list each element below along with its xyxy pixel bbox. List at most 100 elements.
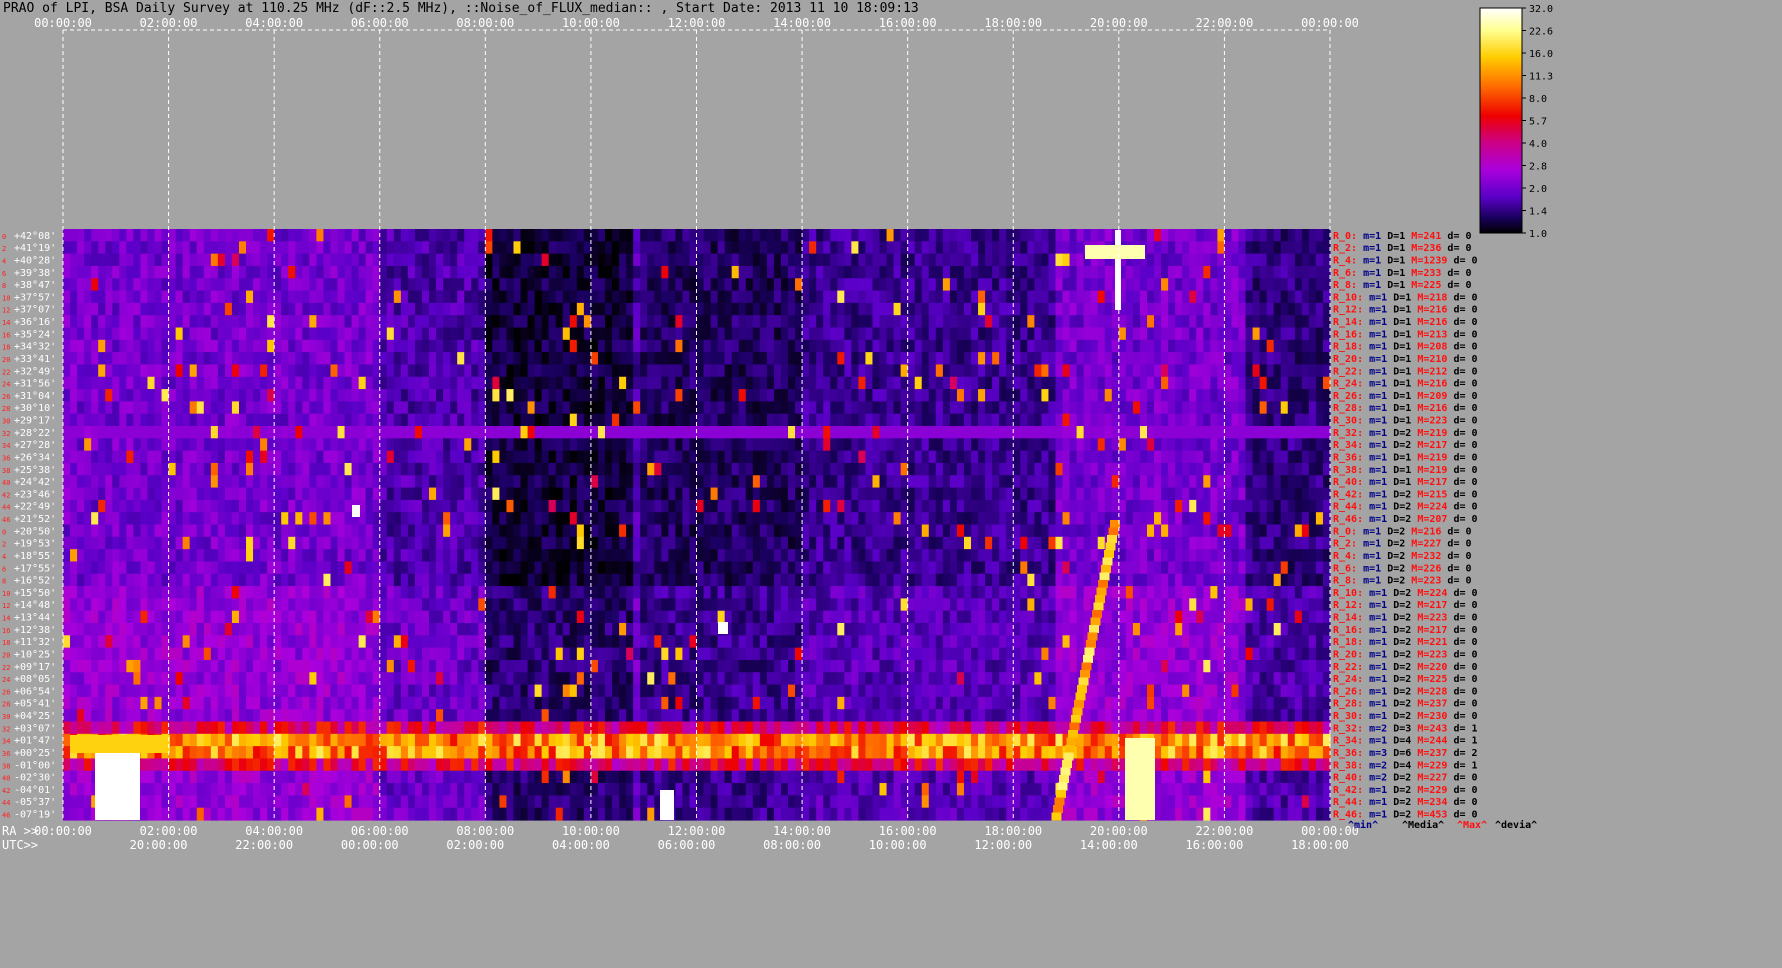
heatmap-cell [971, 376, 979, 390]
heatmap-cell [604, 549, 613, 563]
heatmap-cell [788, 413, 796, 427]
heatmap-cell [478, 302, 486, 316]
heatmap-cell [1013, 389, 1021, 402]
heatmap-cell [274, 499, 282, 513]
heatmap-cell [168, 499, 177, 513]
heatmap-cell [1196, 364, 1204, 378]
heatmap-cell [1154, 413, 1162, 427]
heatmap-cell [421, 413, 430, 427]
heatmap-cell [576, 327, 585, 341]
heatmap-cell [457, 450, 465, 464]
heatmap-cell [921, 229, 930, 242]
heatmap-cell [1175, 290, 1183, 304]
heatmap-cell [464, 290, 472, 304]
heatmap-cell [647, 413, 655, 427]
heatmap-cell [1104, 475, 1113, 489]
heatmap-cell [1132, 265, 1141, 279]
heatmap-cell [963, 561, 972, 575]
heatmap-cell [1139, 339, 1148, 353]
heatmap-cell [485, 561, 493, 575]
heatmap-cell [1118, 339, 1127, 353]
heatmap-cell [1294, 229, 1303, 242]
heatmap-cell [175, 376, 184, 390]
heatmap-cell [1111, 450, 1120, 464]
heatmap-cell [1182, 339, 1190, 353]
heatmap-cell [1154, 302, 1162, 316]
heatmap-cell [837, 512, 845, 526]
heatmap-cell [224, 278, 233, 292]
heatmap-cell [766, 450, 775, 464]
heatmap-cell [816, 265, 824, 279]
heatmap-cell [281, 302, 289, 316]
heatmap-cell [372, 339, 381, 353]
heatmap-cell [844, 401, 852, 415]
heatmap-cell [724, 315, 733, 329]
heatmap-cell [133, 364, 142, 378]
heatmap-cell [168, 549, 177, 563]
heatmap-cell [555, 413, 564, 427]
heatmap-cell [752, 524, 761, 538]
heatmap-cell [414, 315, 423, 329]
heatmap-cell [935, 389, 944, 402]
heatmap-cell [133, 376, 142, 390]
heatmap-cell [752, 290, 761, 304]
heatmap-cell [935, 253, 944, 267]
heatmap-cell [795, 389, 803, 402]
heatmap-cell [1132, 339, 1141, 353]
heatmap-cell [1273, 290, 1282, 304]
heatmap-cell [914, 241, 923, 255]
heatmap-cell [1048, 462, 1057, 476]
heatmap-cell [985, 475, 993, 489]
heatmap-cell [168, 401, 177, 415]
heatmap-cell [499, 438, 508, 452]
heatmap-cell [161, 512, 170, 526]
heatmap-cell [668, 278, 676, 292]
heatmap-cell [91, 253, 99, 267]
heatmap-cell [548, 426, 557, 439]
heatmap-cell [288, 339, 296, 353]
heatmap-cell [837, 389, 845, 402]
heatmap-cell [1090, 401, 1099, 415]
heatmap-cell [189, 278, 198, 292]
heatmap-cell [562, 241, 571, 255]
heatmap-cell [175, 413, 184, 427]
heatmap-cell [823, 450, 831, 464]
heatmap-cell [1301, 364, 1310, 378]
heatmap-cell [661, 561, 669, 575]
heatmap-cell [844, 327, 852, 341]
heatmap-cell [224, 462, 233, 476]
heatmap-cell [1210, 290, 1218, 304]
heatmap-cell [1132, 487, 1141, 501]
heatmap-cell [182, 475, 191, 489]
heatmap-cell [1301, 339, 1310, 353]
heatmap-cell [738, 241, 747, 255]
heatmap-cell [70, 536, 78, 550]
heatmap-cell [351, 389, 360, 402]
heatmap-cell [520, 389, 529, 402]
heatmap-cell [752, 561, 761, 575]
heatmap-cell [562, 450, 571, 464]
heatmap-cell [844, 450, 852, 464]
heatmap-cell [379, 487, 388, 501]
heatmap-cell [590, 426, 599, 439]
heatmap-cell [337, 253, 346, 267]
heatmap-cell [337, 389, 346, 402]
heatmap-cell [1168, 499, 1176, 513]
heatmap-cell [351, 253, 360, 267]
heatmap-cell [696, 302, 705, 316]
heatmap-cell [689, 364, 698, 378]
heatmap-cell [112, 376, 120, 390]
heatmap-cell [154, 536, 163, 550]
heatmap-cell [1245, 549, 1254, 563]
heatmap-cell [823, 229, 831, 242]
heatmap-cell [119, 364, 127, 378]
heatmap-cell [1125, 512, 1134, 526]
heatmap-cell [203, 475, 212, 489]
heatmap-cell [1308, 290, 1317, 304]
heatmap-cell [260, 549, 268, 563]
heatmap-cell [992, 315, 1000, 329]
heatmap-cell [583, 475, 592, 489]
heatmap-cell [1273, 265, 1282, 279]
heatmap-cell [1280, 265, 1289, 279]
heatmap-cell [809, 302, 817, 316]
